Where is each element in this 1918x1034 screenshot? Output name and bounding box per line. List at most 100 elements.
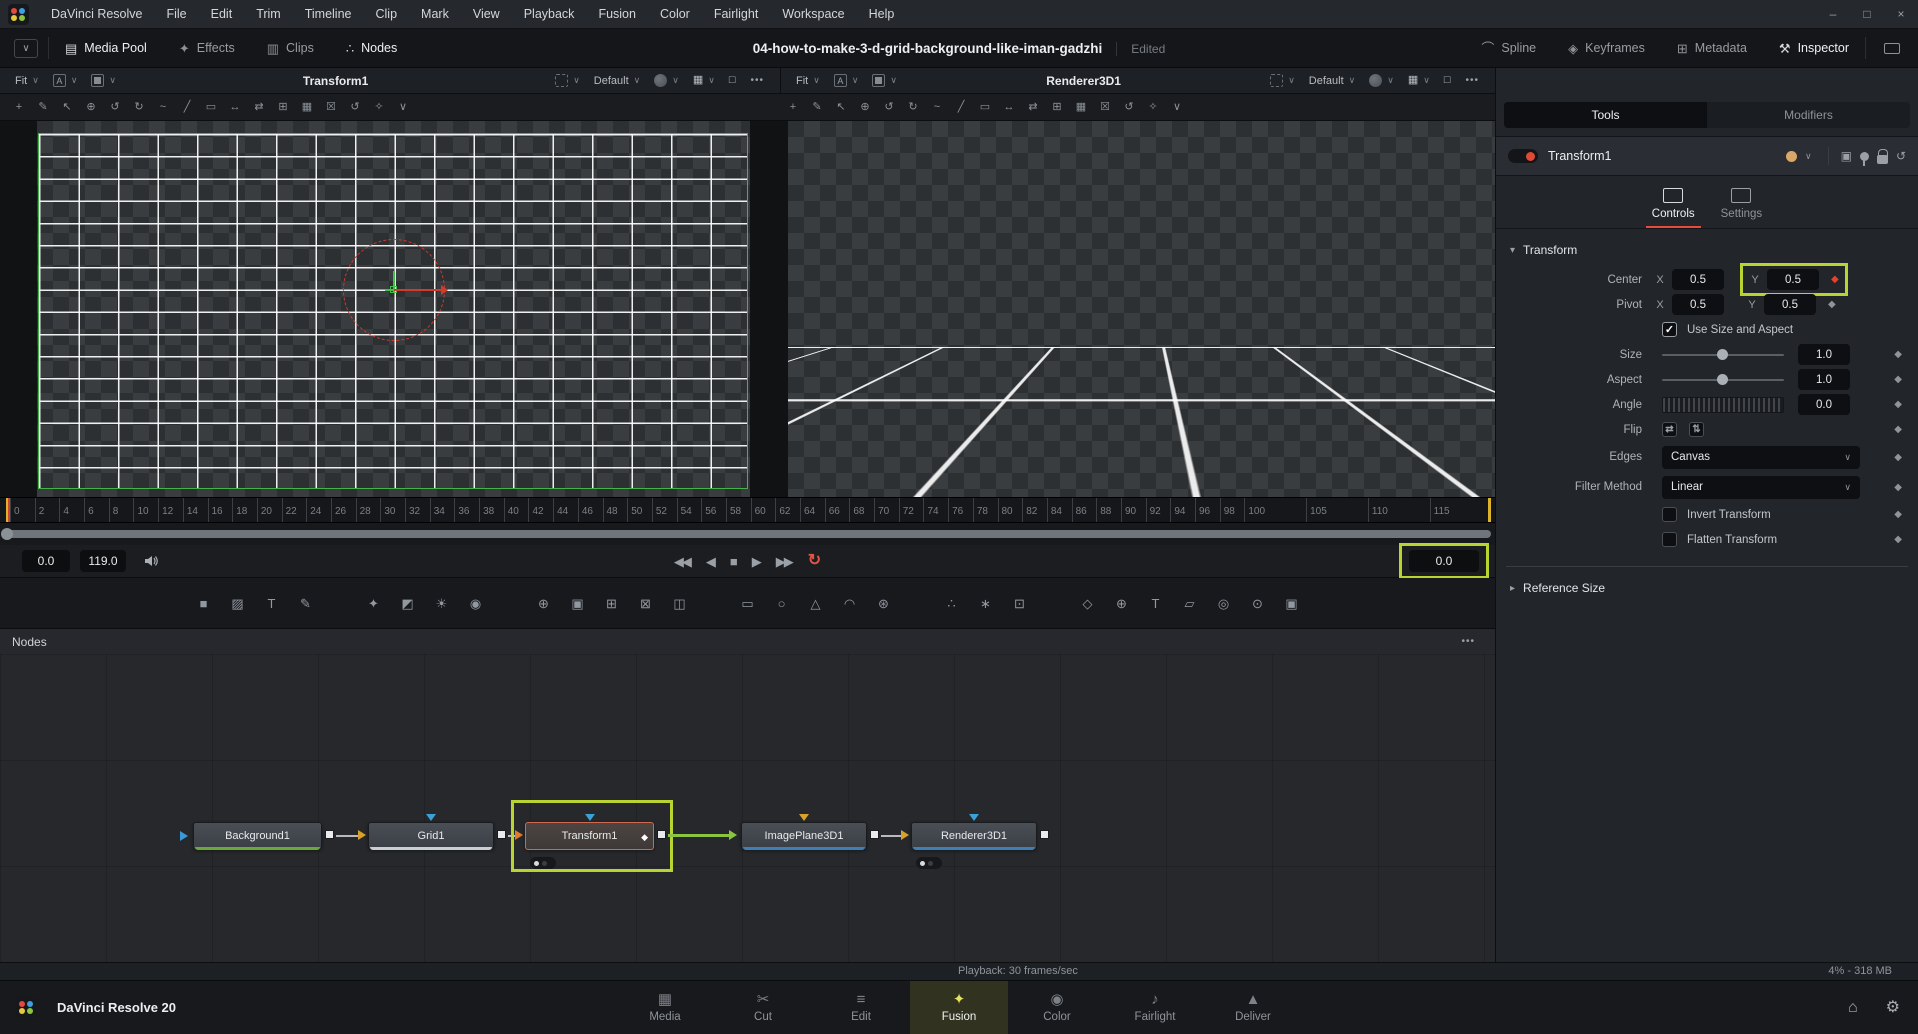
snap-grid-tool[interactable]: ⊞ bbox=[1046, 98, 1068, 118]
polygon-mask-tool[interactable]: △ bbox=[801, 591, 831, 615]
menu-item[interactable]: Timeline bbox=[293, 7, 364, 21]
line-tool[interactable]: ╱ bbox=[950, 98, 972, 118]
left-color-controls-button[interactable]: ∨ bbox=[647, 68, 686, 93]
menu-item[interactable]: Playback bbox=[512, 7, 587, 21]
spline-button[interactable]: ⌒Spline bbox=[1465, 29, 1552, 67]
particle-merge-tool[interactable]: ∗ bbox=[971, 591, 1001, 615]
node-enable-toggle[interactable] bbox=[1508, 149, 1538, 163]
merge-tool[interactable]: ⊕ bbox=[529, 591, 559, 615]
text-plus-tool[interactable]: T bbox=[257, 591, 287, 615]
renderer-output[interactable] bbox=[1040, 830, 1049, 839]
menu-item[interactable]: Fairlight bbox=[702, 7, 770, 21]
lock-icon[interactable] bbox=[1877, 155, 1888, 164]
menu-item[interactable]: Workspace bbox=[770, 7, 856, 21]
right-guides-button[interactable]: ▦∨ bbox=[1401, 68, 1437, 93]
left-viewer-options-icon[interactable]: ••• bbox=[742, 75, 772, 86]
magic-wand-tool[interactable]: ✧ bbox=[1142, 98, 1164, 118]
media-pool-button[interactable]: ▤Media Pool bbox=[49, 29, 163, 67]
background-input-arrow[interactable] bbox=[180, 831, 188, 841]
transform-section-header[interactable]: ▾ Transform bbox=[1496, 229, 1918, 267]
tab-tools[interactable]: Tools bbox=[1504, 102, 1707, 128]
go-last-button[interactable]: ▶▶ bbox=[776, 554, 792, 569]
paint-tool[interactable]: ✎ bbox=[291, 591, 321, 615]
right-zoom-dropdown[interactable]: Fit∨ bbox=[789, 68, 827, 93]
left-channel-button[interactable]: A∨ bbox=[46, 68, 85, 93]
maximize-button[interactable]: □ bbox=[1850, 7, 1884, 21]
keyframe-diamond-icon[interactable]: ◆ bbox=[1894, 349, 1902, 360]
swap-inputs-tool[interactable]: ⇄ bbox=[248, 98, 270, 118]
center-x-field[interactable]: 0.5 bbox=[1672, 269, 1724, 290]
keyframes-button[interactable]: ◈Keyframes bbox=[1552, 29, 1661, 67]
reset-view-tool[interactable]: ↺ bbox=[1118, 98, 1140, 118]
home-icon[interactable]: ⌂ bbox=[1848, 1000, 1858, 1016]
rect-select-tool[interactable]: ▭ bbox=[200, 98, 222, 118]
pan-tool[interactable]: ↔ bbox=[224, 98, 246, 118]
left-guides-button[interactable]: ▦∨ bbox=[686, 68, 722, 93]
keyframe-diamond-icon[interactable]: ◆ bbox=[1894, 424, 1902, 435]
node-color-dropdown-icon[interactable]: ∨ bbox=[1805, 151, 1812, 162]
pivot-x-field[interactable]: 0.5 bbox=[1672, 294, 1724, 315]
node-renderer3d1[interactable]: Renderer3D1 bbox=[911, 822, 1037, 850]
snap-grid-tool[interactable]: ⊞ bbox=[272, 98, 294, 118]
multi-merge-tool[interactable]: ⊞ bbox=[597, 591, 627, 615]
menu-item[interactable]: Help bbox=[857, 7, 907, 21]
right-split-view-button[interactable]: □ bbox=[1437, 68, 1458, 93]
matte-control-tool[interactable]: ▣ bbox=[563, 591, 593, 615]
draw-tool[interactable]: ✎ bbox=[32, 98, 54, 118]
magic-mask-tool[interactable]: ⊛ bbox=[869, 591, 899, 615]
text3d-tool[interactable]: T bbox=[1141, 591, 1171, 615]
left-viewer-canvas[interactable] bbox=[37, 121, 750, 497]
left-roi-button[interactable]: ∨ bbox=[548, 68, 587, 93]
page-fusion[interactable]: ✦Fusion bbox=[910, 981, 1008, 1034]
node-background1[interactable]: Background1 bbox=[193, 822, 322, 850]
left-view-mode-button[interactable]: ∨ bbox=[84, 68, 123, 93]
right-channel-button[interactable]: A∨ bbox=[827, 68, 866, 93]
menu-item[interactable]: Clip bbox=[364, 7, 410, 21]
timeline-ruler[interactable]: 0246810121416182022242628303234363840424… bbox=[0, 497, 1495, 523]
keyframe-diamond-icon[interactable]: ◆ bbox=[1828, 299, 1836, 310]
particle-emitter-tool[interactable]: ∴ bbox=[937, 591, 967, 615]
playhead-frame-field[interactable]: 0.0 bbox=[1409, 550, 1479, 572]
node-grid1[interactable]: Grid1 bbox=[368, 822, 494, 850]
reset-icon[interactable]: ↺ bbox=[1896, 149, 1906, 163]
effects-button[interactable]: ✦Effects bbox=[163, 29, 251, 67]
rotate-cw-tool[interactable]: ↻ bbox=[128, 98, 150, 118]
brightness-contrast-tool[interactable]: ☀ bbox=[427, 591, 457, 615]
tool-options-dropdown[interactable]: ∨ bbox=[1166, 98, 1188, 118]
page-deliver[interactable]: ▲Deliver bbox=[1204, 981, 1302, 1034]
curve-tool[interactable]: ~ bbox=[152, 98, 174, 118]
tab-settings[interactable]: Settings bbox=[1721, 188, 1763, 228]
transform-version-pill[interactable] bbox=[530, 857, 556, 869]
transform-mask-input[interactable] bbox=[585, 814, 595, 821]
menu-item[interactable]: File bbox=[154, 7, 198, 21]
aspect-slider[interactable] bbox=[1662, 373, 1784, 387]
go-first-button[interactable]: ◀◀ bbox=[674, 554, 690, 569]
keyframe-diamond-icon[interactable]: ◆ bbox=[1831, 274, 1839, 285]
delete-tool[interactable]: ☒ bbox=[1094, 98, 1116, 118]
background-tool[interactable]: ■ bbox=[189, 591, 219, 615]
size-slider[interactable] bbox=[1662, 348, 1784, 362]
tracker-tool[interactable]: ⊕ bbox=[80, 98, 102, 118]
use-size-aspect-checkbox[interactable]: ✓ bbox=[1662, 322, 1677, 337]
loop-button[interactable]: ↻ bbox=[808, 552, 821, 570]
page-media[interactable]: ▦Media bbox=[616, 981, 714, 1034]
tracker-tool[interactable]: ⊕ bbox=[854, 98, 876, 118]
pivot-y-field[interactable]: 0.5 bbox=[1764, 294, 1816, 315]
keyframe-diamond-icon[interactable]: ◆ bbox=[1894, 482, 1902, 493]
keyframe-diamond-icon[interactable]: ◆ bbox=[1894, 452, 1902, 463]
right-color-controls-button[interactable]: ∨ bbox=[1362, 68, 1401, 93]
nodes-button[interactable]: ∴Nodes bbox=[330, 29, 413, 67]
reset-view-tool[interactable]: ↺ bbox=[344, 98, 366, 118]
swap-inputs-tool[interactable]: ⇄ bbox=[1022, 98, 1044, 118]
stop-button[interactable]: ■ bbox=[730, 554, 736, 569]
rotate-ccw-tool[interactable]: ↺ bbox=[104, 98, 126, 118]
reference-size-section-header[interactable]: ▸ Reference Size bbox=[1506, 566, 1908, 605]
metadata-button[interactable]: ⊞Metadata bbox=[1661, 29, 1763, 67]
renderer-version-pill[interactable] bbox=[916, 857, 942, 869]
flip-vertical-button[interactable]: ⇅ bbox=[1689, 422, 1704, 437]
select-tool[interactable]: ↖ bbox=[830, 98, 852, 118]
node-transform1[interactable]: Transform1 ◆ bbox=[525, 822, 654, 850]
rotate-cw-tool[interactable]: ↻ bbox=[902, 98, 924, 118]
nodes-panel-options-icon[interactable]: ••• bbox=[1453, 636, 1483, 647]
transform-output[interactable] bbox=[657, 830, 666, 839]
